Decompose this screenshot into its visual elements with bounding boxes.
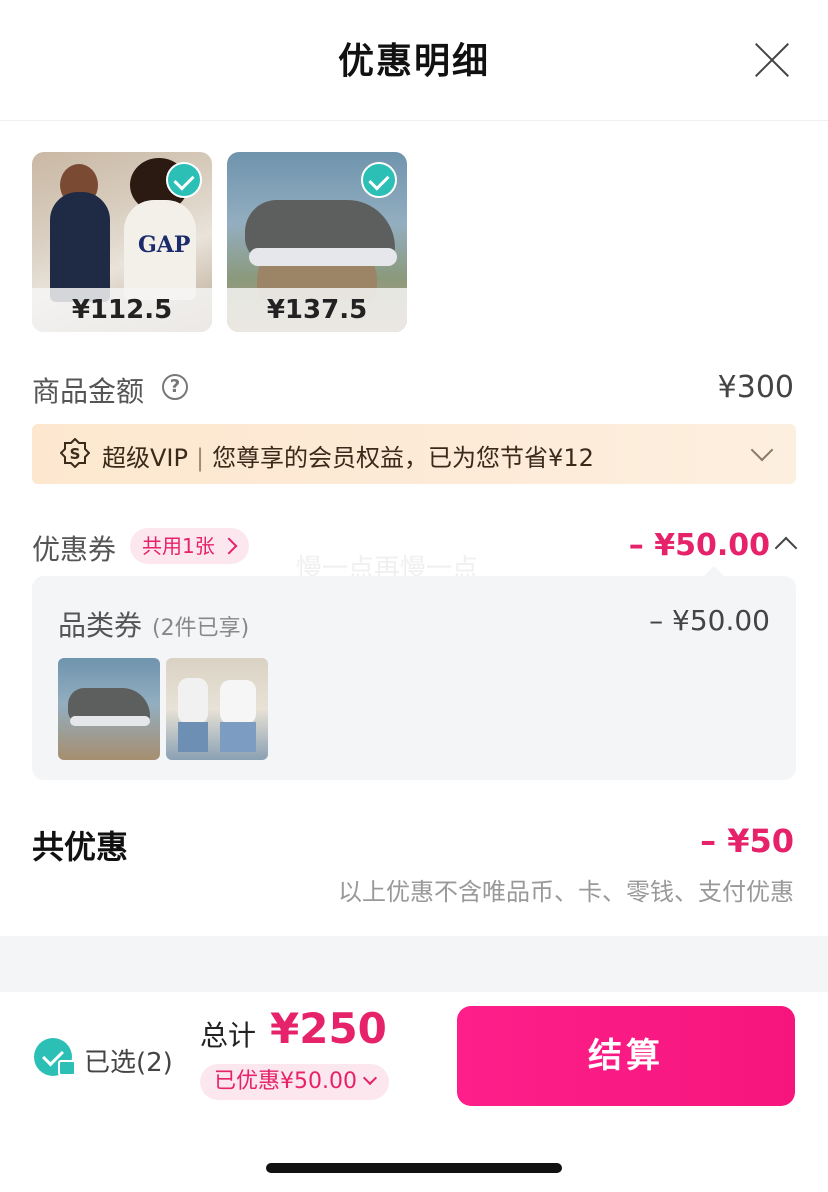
coupon-detail-card: 品类券 (2件已享) – ¥50.00 <box>32 576 796 780</box>
person-figure <box>178 678 208 724</box>
lock-icon <box>58 1060 76 1076</box>
category-coupon-label: 品类券 <box>58 609 143 642</box>
person-figure <box>50 192 110 302</box>
discount-pill-label: 已优惠¥50.00 <box>214 1069 357 1094</box>
check-icon[interactable] <box>361 162 397 198</box>
check-icon[interactable] <box>166 162 202 198</box>
chevron-up-icon[interactable] <box>774 536 798 560</box>
coupon-count-label: 共用1张 <box>142 534 215 558</box>
checkout-button[interactable]: 结算 <box>457 1006 795 1106</box>
svg-text:S: S <box>70 445 81 463</box>
help-icon[interactable]: ? <box>162 374 188 400</box>
amount-label: 商品金额 <box>32 375 145 408</box>
total-discount-value: – ¥50 <box>700 822 794 860</box>
header: 优惠明细 <box>0 0 828 121</box>
close-icon[interactable] <box>752 40 792 80</box>
category-coupon-value: – ¥50.00 <box>649 604 770 637</box>
home-indicator <box>266 1163 562 1173</box>
vip-badge-label: 超级VIP <box>102 444 188 472</box>
selected-count: 已选(2) <box>84 1048 173 1078</box>
vip-badge-icon: S <box>60 438 90 468</box>
chevron-down-icon[interactable] <box>750 438 774 462</box>
discount-detail-sheet: 优惠明细 GAP ¥112.5 ¥137.5 商品金额 ? ¥300 S 超级V… <box>0 0 828 1192</box>
product-price: ¥137.5 <box>227 288 407 332</box>
vip-saving-text: 您尊享的会员权益，已为您节省¥12 <box>212 444 594 472</box>
total-value: ¥250 <box>270 1004 387 1053</box>
vip-bar[interactable]: S 超级VIP | 您尊享的会员权益，已为您节省¥12 <box>32 424 796 484</box>
person-figure <box>220 722 256 752</box>
product-price: ¥112.5 <box>32 288 212 332</box>
product-thumb-2[interactable]: ¥137.5 <box>227 152 407 332</box>
vip-separator: | <box>195 444 205 472</box>
chevron-right-icon <box>220 537 238 555</box>
coupon-label: 优惠券 <box>32 533 117 566</box>
coupon-value: – ¥50.00 <box>628 528 770 563</box>
product-thumb-1[interactable]: GAP ¥112.5 <box>32 152 212 332</box>
coupon-product-thumb-shoe[interactable] <box>58 658 160 760</box>
discount-note: 以上优惠不含唯品币、卡、零钱、支付优惠 <box>338 878 794 906</box>
coupon-count-tag[interactable]: 共用1张 <box>130 528 249 564</box>
divider-band <box>0 936 828 992</box>
card-pointer <box>704 566 724 576</box>
gap-logo: GAP <box>138 232 191 258</box>
chevron-down-icon <box>362 1070 378 1086</box>
total-discount-label: 共优惠 <box>32 828 129 866</box>
discount-pill[interactable]: 已优惠¥50.00 <box>200 1064 389 1100</box>
person-figure <box>220 680 256 724</box>
shoe-sole <box>249 248 397 266</box>
coupon-product-thumb-tshirts[interactable] <box>166 658 268 760</box>
vip-text: 超级VIP | 您尊享的会员权益，已为您节省¥12 <box>102 438 594 473</box>
page-title: 优惠明细 <box>337 41 490 82</box>
total-label: 总计 <box>200 1019 257 1052</box>
person-figure <box>178 722 208 752</box>
amount-value: ¥300 <box>717 370 794 405</box>
category-coupon-sub: (2件已享) <box>152 616 250 641</box>
shoe-sole <box>70 716 150 726</box>
